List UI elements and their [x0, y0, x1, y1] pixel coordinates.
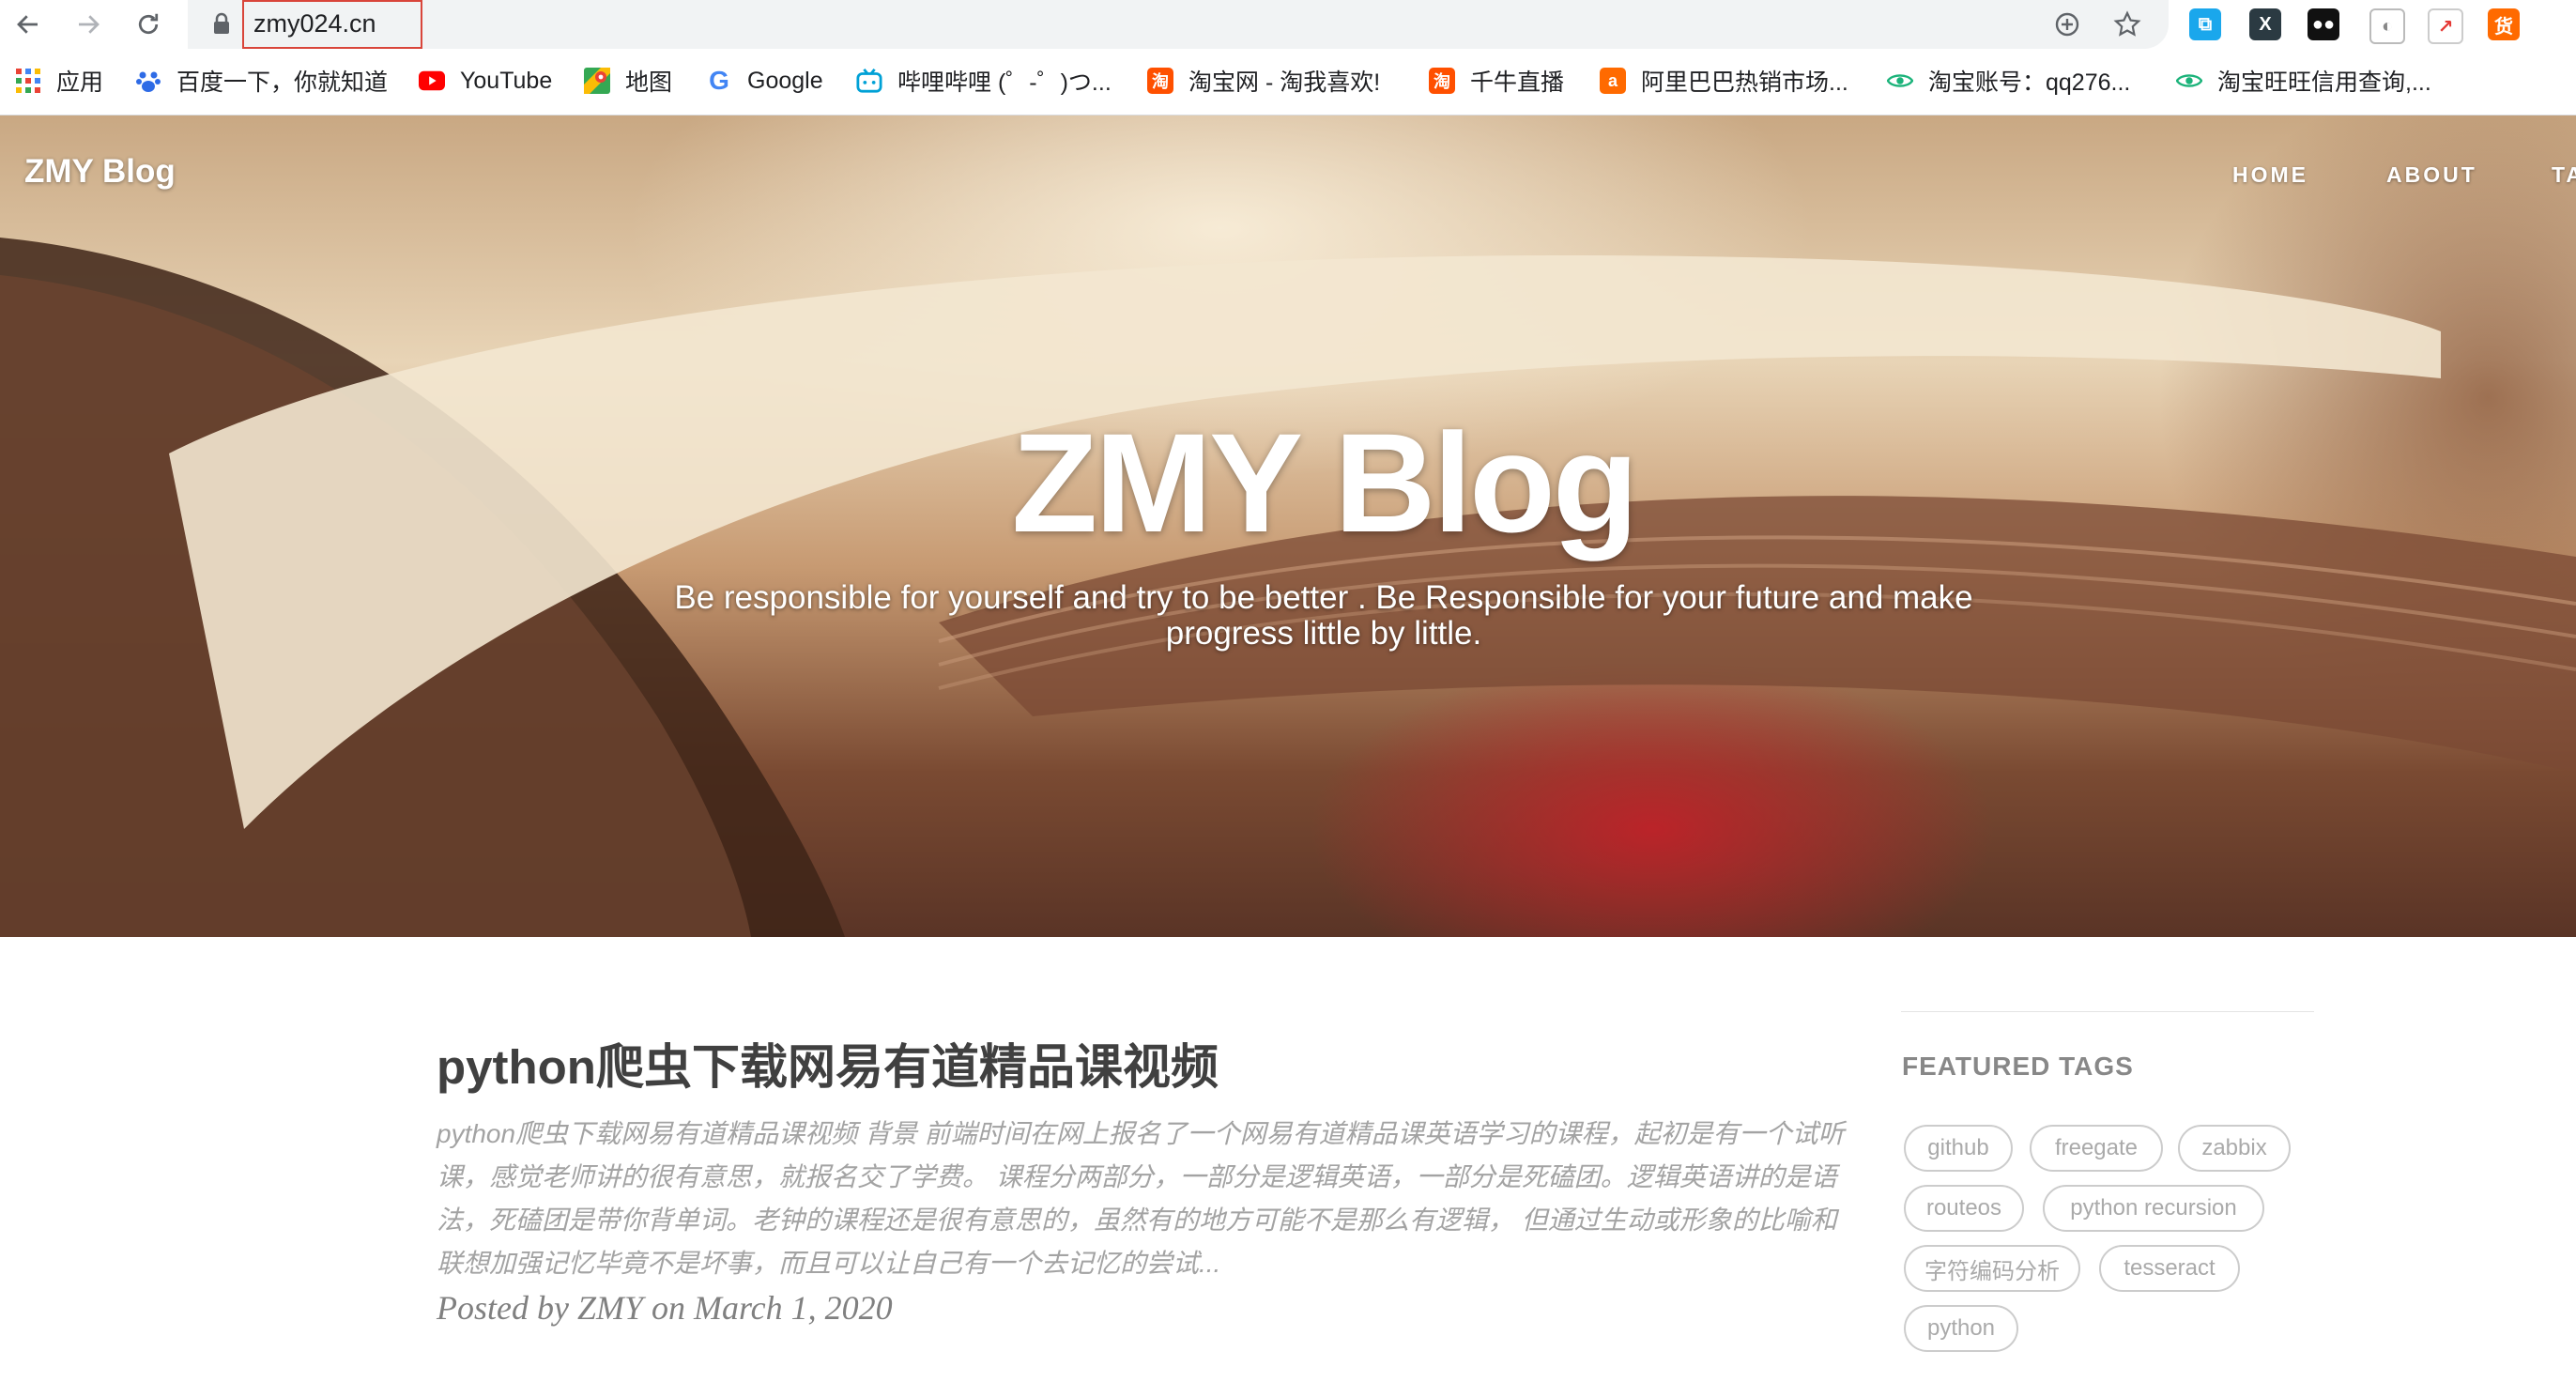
bookmark-alibaba[interactable]: a 阿里巴巴热销市场...: [1600, 62, 1848, 100]
bookmark-label: 千牛直播: [1470, 69, 1565, 96]
forward-button[interactable]: [69, 6, 107, 43]
bookmark-maps[interactable]: 地图: [584, 62, 672, 100]
taobao-icon: 淘: [1147, 68, 1173, 94]
address-bar[interactable]: [188, 0, 2169, 49]
bookmark-label: 淘宝网 - 淘我喜欢!: [1188, 69, 1381, 96]
huo-extension-icon[interactable]: 货: [2488, 8, 2520, 40]
mouse-extension-icon[interactable]: ◐: [2369, 8, 2405, 44]
bookmark-bilibili[interactable]: 哔哩哔哩 (゜-゜)つ...: [856, 62, 1112, 100]
chart-extension-icon[interactable]: ↗: [2428, 8, 2463, 44]
bookmark-label: 阿里巴巴热销市场...: [1641, 69, 1848, 96]
x-extension-icon[interactable]: X: [2249, 8, 2281, 40]
post-meta: Posted by ZMY on March 1, 2020: [437, 1289, 893, 1327]
bookmark-qianniu[interactable]: 淘 千牛直播: [1429, 62, 1564, 100]
tag-freegate[interactable]: freegate: [2030, 1125, 2163, 1172]
bookmark-baidu[interactable]: 百度一下，你就知道: [135, 62, 388, 100]
bookmark-label: YouTube: [460, 67, 553, 94]
tag-zabbix[interactable]: zabbix: [2178, 1125, 2291, 1172]
eye-icon: [2176, 68, 2202, 94]
nav-about[interactable]: ABOUT: [2386, 162, 2477, 188]
bookmark-label: 哔哩哔哩 (゜-゜)つ...: [897, 69, 1112, 96]
taobao-icon: 淘: [1429, 68, 1455, 94]
post-excerpt[interactable]: python爬虫下载网易有道精品课视频 背景 前端时间在网上报名了一个网易有道精…: [437, 1113, 1845, 1285]
bookmark-taobao-account[interactable]: 淘宝账号：qq276...: [1887, 62, 2130, 100]
baidu-paw-icon: [135, 68, 161, 94]
bookmark-label: 应用: [56, 69, 104, 96]
url-text[interactable]: zmy024.cn: [242, 0, 422, 49]
hero-subtitle: Be responsible for yourself and try to b…: [674, 579, 1973, 652]
featured-tags-heading: FEATURED TAGS: [1902, 1052, 2134, 1081]
bilibili-icon: [856, 68, 882, 94]
tag-charset-analysis[interactable]: 字符编码分析: [1904, 1245, 2080, 1292]
bookmark-label: 地图: [625, 69, 673, 96]
arrow-left-icon: [17, 15, 38, 34]
bookmark-google[interactable]: G Google: [706, 62, 823, 100]
bookmark-youtube[interactable]: YouTube: [419, 62, 552, 100]
lock-icon[interactable]: [212, 11, 231, 36]
eye-icon: [1887, 68, 1913, 94]
bookmarks-bar: 应用 百度一下，你就知道 YouTube 地图 G Google 哔哩哔哩 (゜…: [0, 49, 2576, 115]
youtube-icon: [419, 68, 445, 94]
add-circle-icon[interactable]: [2052, 9, 2082, 39]
arrow-right-icon: [79, 15, 100, 34]
tag-routeos[interactable]: routeos: [1904, 1185, 2024, 1232]
sidebar-divider: [1901, 1011, 2314, 1012]
tag-github[interactable]: github: [1904, 1125, 2013, 1172]
alibaba-icon: a: [1600, 68, 1626, 94]
translate-extension-icon[interactable]: ⧉: [2189, 8, 2221, 40]
site-brand[interactable]: ZMY Blog: [24, 153, 176, 191]
bookmark-label: Google: [747, 67, 823, 94]
reload-button[interactable]: [130, 6, 167, 43]
browser-toolbar: zmy024.cn ⧉ X ●● ◐ ↗ 货: [0, 0, 2576, 49]
tag-python[interactable]: python: [1904, 1305, 2018, 1352]
hero-header: ZMY Blog HOME ABOUT TA ZMY Blog Be respo…: [0, 115, 2576, 937]
google-icon: G: [709, 66, 729, 95]
tag-tesseract[interactable]: tesseract: [2099, 1245, 2240, 1292]
tag-python-recursion[interactable]: python recursion: [2043, 1185, 2264, 1232]
reload-icon: [138, 13, 159, 35]
bookmark-apps[interactable]: 应用: [15, 62, 103, 100]
nav-home[interactable]: HOME: [2232, 162, 2308, 188]
tampermonkey-extension-icon[interactable]: ●●: [2308, 8, 2339, 40]
bookmark-label: 百度一下，你就知道: [176, 69, 389, 96]
bookmark-label: 淘宝旺旺信用查询,...: [2217, 69, 2431, 96]
bookmark-wangwang[interactable]: 淘宝旺旺信用查询,...: [2176, 62, 2431, 100]
post-title[interactable]: python爬虫下载网易有道精品课视频: [437, 1028, 1219, 1098]
hero-title: ZMY Blog: [1011, 404, 1639, 561]
nav-tags[interactable]: TA: [2552, 162, 2576, 188]
bookmark-taobao[interactable]: 淘 淘宝网 - 淘我喜欢!: [1147, 62, 1380, 100]
back-button[interactable]: [9, 6, 47, 43]
apps-grid-icon: [15, 68, 41, 94]
bookmark-label: 淘宝账号：qq276...: [1928, 69, 2131, 96]
maps-icon: [584, 68, 610, 94]
star-icon[interactable]: [2112, 9, 2142, 39]
